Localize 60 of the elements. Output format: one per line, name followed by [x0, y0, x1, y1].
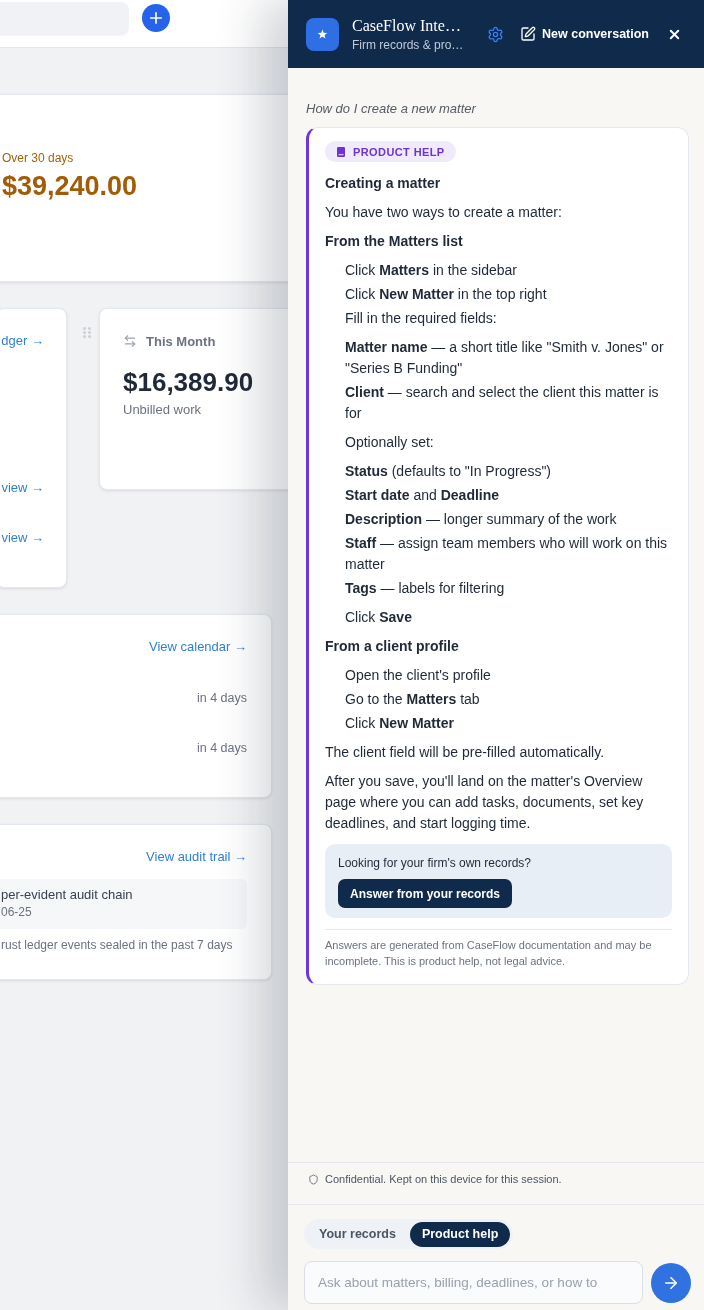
answer-heading: From the Matters list — [325, 232, 464, 251]
answer-paragraph: You have two ways to create a matter: — [325, 203, 563, 222]
user-question: How do I create a new matter — [306, 100, 478, 118]
answer-heading: Creating a matter — [325, 174, 442, 193]
arrows-left-right-icon — [123, 334, 137, 348]
mode-tab[interactable]: Your records — [307, 1221, 408, 1247]
answer-heading: From a client profile — [325, 637, 460, 656]
add-button[interactable] — [142, 4, 170, 32]
pencil-square-icon — [520, 26, 536, 42]
audit-trail-link[interactable]: View audit trail → — [146, 849, 247, 865]
list-item: Open the client's profile — [345, 666, 492, 685]
list-item: Click New Matter — [345, 714, 455, 733]
new-conversation-button[interactable]: New conversation — [520, 26, 649, 42]
list-item: Go to the Matters tab — [345, 690, 481, 709]
star-logo-icon — [306, 17, 339, 51]
list-item: Click Matters in the sidebar — [345, 261, 518, 280]
list-item: Click New Matter in the top right — [345, 285, 548, 304]
answer-paragraph: After you save, you'll land on the matter's Overview page where you can add tasks, documents, set key deadlines, and start logging time. — [325, 772, 645, 833]
privacy-note: Confidential. Kept on this device for this session. — [325, 1172, 562, 1187]
card-title: This Month — [146, 333, 216, 349]
card-link[interactable]: view → — [1, 480, 44, 496]
card-link[interactable]: dger → — [1, 333, 44, 349]
answer-from-records-button[interactable]: Answer from your records — [338, 879, 513, 908]
aging-amount: $39,240.00 — [2, 170, 139, 202]
list-item: Description — longer summary of the work — [345, 510, 618, 529]
drag-handle-icon[interactable] — [83, 327, 91, 338]
list-item: Status (defaults to "In Progress") — [345, 462, 553, 481]
arrow-right-icon — [662, 1274, 680, 1292]
list-item: Start date and Deadline — [345, 486, 501, 505]
calendar-link[interactable]: View calendar → — [148, 639, 247, 655]
settings-button[interactable] — [487, 25, 504, 43]
callout-text: Looking for your firm's own records? — [338, 855, 533, 871]
plus-icon — [147, 9, 165, 27]
audit-note: rust ledger events sealed in the past 7 days — [1, 937, 233, 953]
disclaimer-text: Answers are generated from CaseFlow documentation and may be incomplete. This is product help, not legal advice. — [325, 939, 652, 967]
panel-title: CaseFlow Inte… — [352, 15, 462, 36]
list-item: Optionally set: — [345, 433, 435, 452]
list-item: Click Save — [345, 608, 413, 627]
due-text: in 4 days — [196, 740, 247, 756]
list-item: Client — search and select the client this matter is for — [345, 383, 660, 423]
month-amount: $16,389.90 — [123, 366, 255, 398]
product-help-badge: PRODUCT HELP — [325, 141, 456, 162]
list-item: Tags — labels for filtering — [345, 579, 506, 598]
amount-caption: Unbilled work — [123, 401, 203, 419]
list-item: Matter name — a short title like "Smith v. Jones" or "Series B Funding" — [345, 338, 665, 378]
card-link[interactable]: view → — [1, 530, 44, 546]
panel-subtitle: Firm records & pro… — [352, 36, 465, 53]
entry-title: per-evident audit chain — [1, 886, 134, 904]
book-icon — [337, 146, 345, 157]
mode-tab[interactable]: Product help — [409, 1221, 511, 1247]
message-input[interactable]: Ask about matters, billing, deadlines, or how to — [304, 1261, 643, 1304]
shield-icon — [308, 1174, 319, 1185]
list-item: Fill in the required fields: — [345, 309, 498, 328]
list-item: Staff — assign team members who will work on this matter — [345, 534, 669, 574]
entry-date: 06-25 — [1, 904, 33, 920]
due-text: in 4 days — [196, 690, 247, 706]
answer-paragraph: The client field will be pre-filled automatically. — [325, 743, 606, 762]
send-button[interactable] — [651, 1263, 691, 1303]
aging-label: Over 30 days — [2, 150, 75, 166]
settings-icon — [487, 25, 504, 43]
